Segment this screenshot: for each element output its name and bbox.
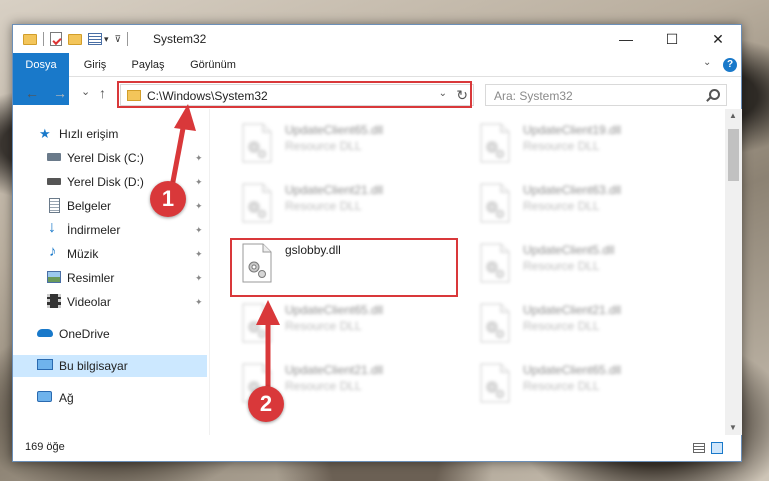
arrow-2 — [256, 300, 280, 390]
step-1-badge: 1 — [150, 181, 186, 217]
step-2-badge: 2 — [248, 386, 284, 422]
annotation-arrows — [168, 104, 280, 390]
arrow-1 — [168, 104, 196, 193]
